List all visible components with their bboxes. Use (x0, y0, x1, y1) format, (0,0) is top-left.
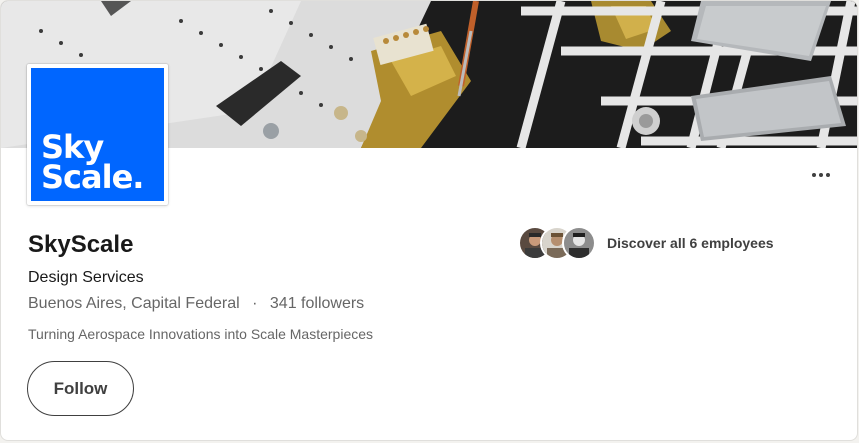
more-horizontal-icon (819, 173, 823, 177)
company-name: SkyScale (28, 231, 134, 258)
more-horizontal-icon (826, 173, 830, 177)
company-profile-card: Sky Scale. SkyScale Design Services Buen… (0, 0, 858, 441)
discover-employees-link[interactable]: Discover all 6 employees (518, 226, 774, 260)
company-location: Buenos Aires, Capital Federal (28, 295, 240, 312)
discover-employees-label: Discover all 6 employees (607, 235, 774, 251)
employee-avatars (518, 226, 598, 260)
company-followers[interactable]: 341 followers (270, 295, 364, 312)
meta-separator: · (252, 295, 258, 312)
logo-wordmark: Sky Scale. (41, 131, 144, 196)
company-meta: Buenos Aires, Capital Federal · 341 foll… (28, 295, 364, 313)
more-options-button[interactable] (801, 161, 841, 189)
logo-line-2: Scale. (41, 158, 144, 196)
company-logo[interactable]: Sky Scale. (27, 64, 168, 205)
company-industry: Design Services (28, 269, 144, 286)
company-tagline: Turning Aerospace Innovations into Scale… (28, 326, 374, 342)
skyscale-logo: Sky Scale. (31, 68, 164, 201)
avatar (562, 226, 596, 260)
follow-button[interactable]: Follow (27, 361, 134, 416)
more-horizontal-icon (812, 173, 816, 177)
